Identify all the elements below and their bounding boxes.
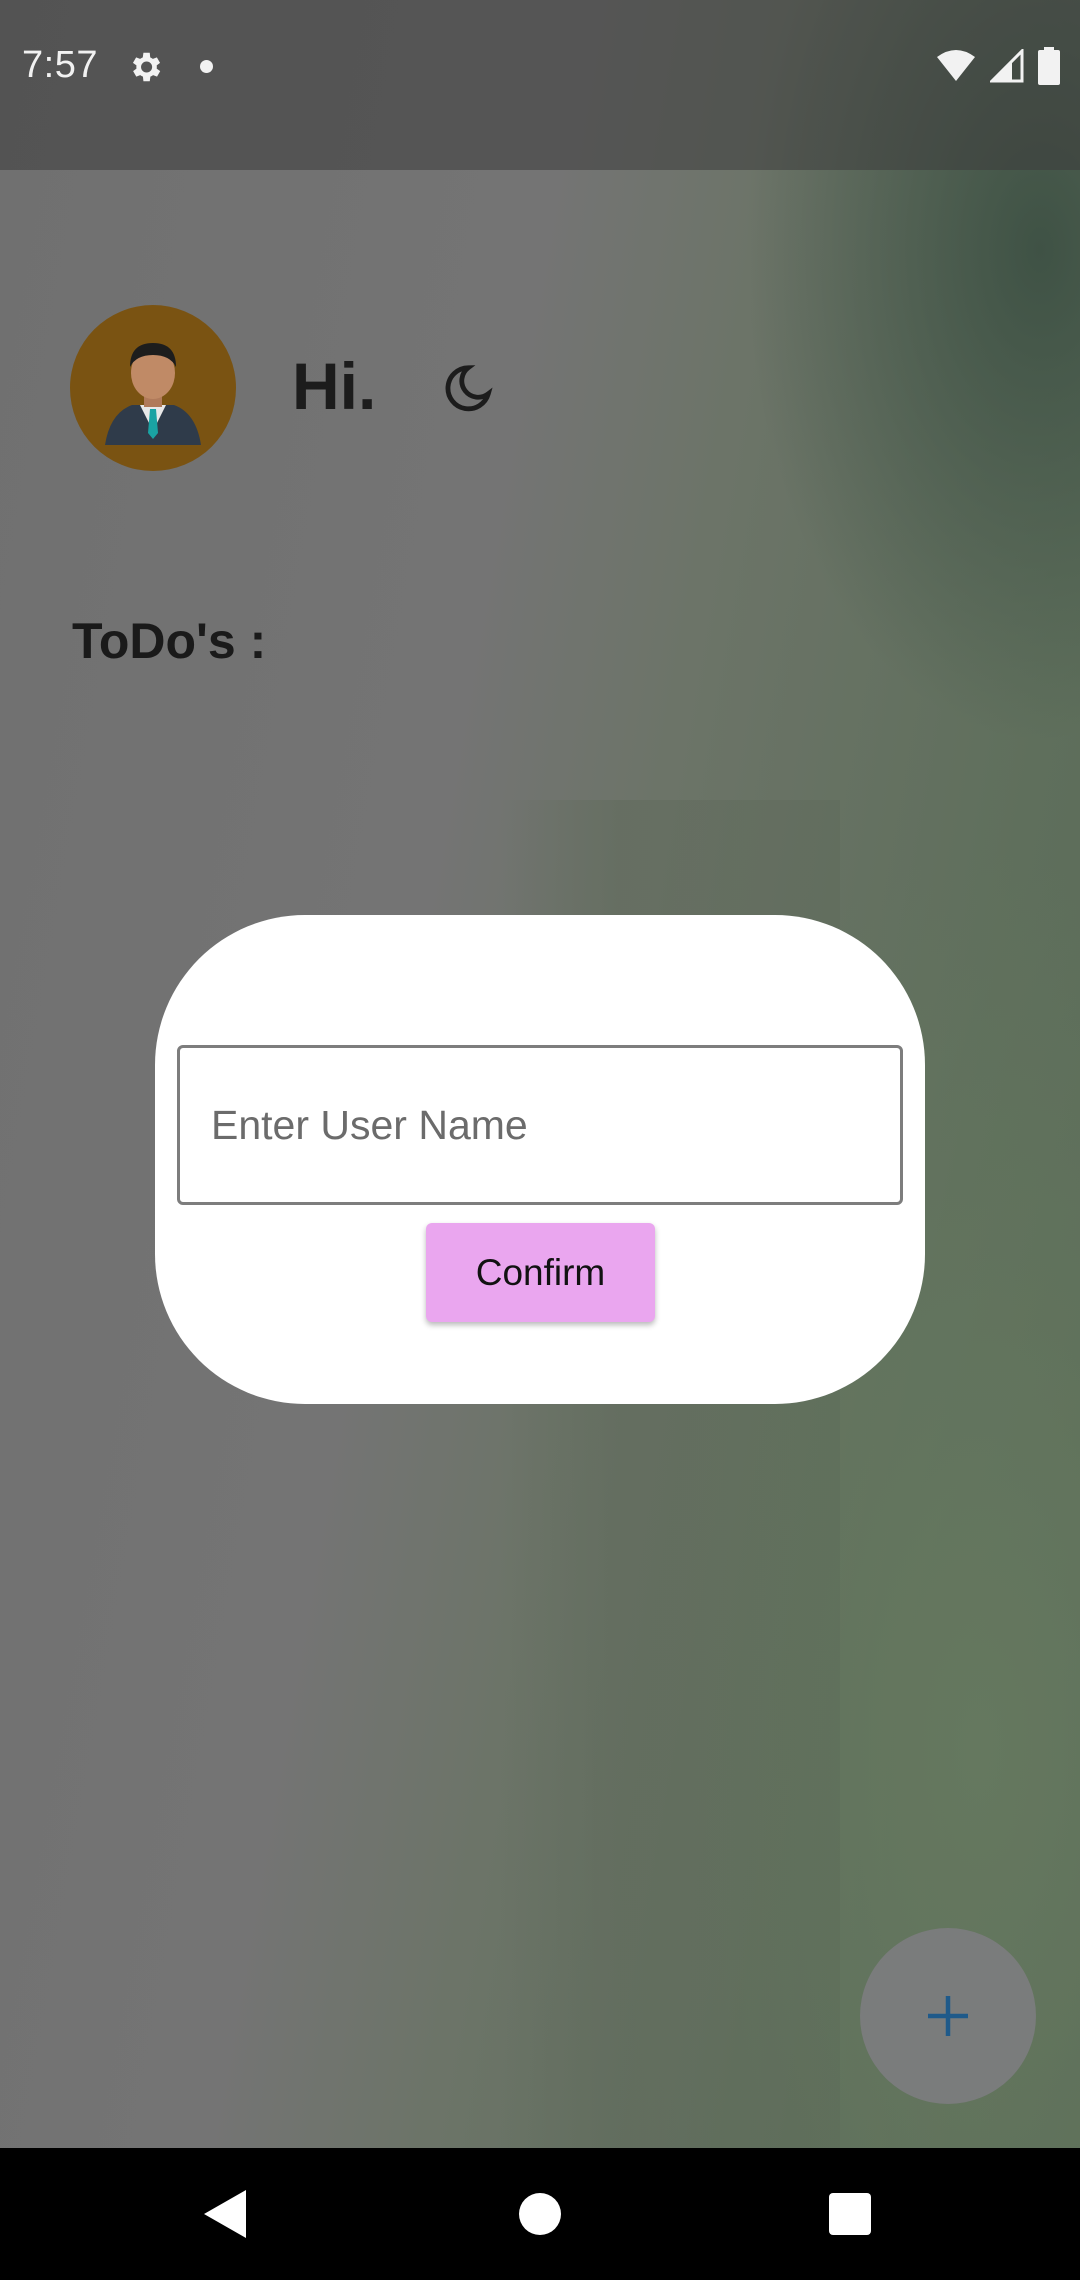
add-todo-button[interactable]: [860, 1928, 1036, 2104]
confirm-button[interactable]: Confirm: [426, 1223, 655, 1322]
recents-icon[interactable]: [829, 2193, 871, 2235]
notification-dot-icon: [200, 60, 213, 73]
businessman-avatar-icon: [105, 343, 201, 445]
plus-icon: [928, 1996, 968, 2036]
status-icons: [936, 46, 1060, 86]
cell-signal-icon: [990, 49, 1024, 83]
dark-mode-moon-icon[interactable]: [438, 360, 496, 418]
wifi-icon: [937, 50, 975, 81]
battery-icon: [1038, 47, 1060, 85]
greeting-title: Hi.: [292, 349, 377, 423]
username-input[interactable]: [177, 1045, 903, 1205]
system-navigation-bar: [0, 2148, 1080, 2280]
todos-section-title: ToDo's :: [72, 613, 267, 669]
app-screen: 7:57 Hi. ToDo's: Enter User Name Confir…: [0, 0, 1080, 2280]
home-icon[interactable]: [519, 2193, 561, 2235]
status-bar: 7:57: [0, 0, 1080, 170]
status-time: 7:57: [22, 44, 98, 86]
avatar[interactable]: [70, 305, 236, 471]
back-icon[interactable]: [200, 2188, 250, 2240]
username-dialog: Confirm: [155, 915, 925, 1404]
settings-gear-icon: [132, 52, 161, 82]
